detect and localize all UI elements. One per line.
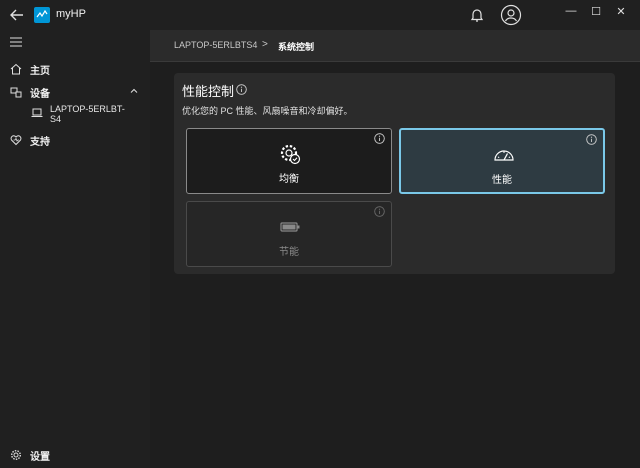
breadcrumb: LAPTOP-5ERLBTS4 > 系统控制 xyxy=(150,30,640,62)
breadcrumb-current: 系统控制 xyxy=(278,42,315,52)
info-icon xyxy=(374,206,385,217)
breadcrumb-device[interactable]: LAPTOP-5ERLBTS4 xyxy=(174,40,257,50)
info-icon[interactable] xyxy=(586,134,597,145)
sidebar: 主页 设备 LAPTOP-5ERLBT-S4 支持 设置 xyxy=(0,30,150,468)
account-icon[interactable] xyxy=(500,4,522,26)
back-arrow-icon[interactable] xyxy=(8,6,26,24)
panel-description: 优化您的 PC 性能、风扇噪音和冷却偏好。 xyxy=(182,106,353,116)
home-icon xyxy=(10,63,22,75)
mode-card-balanced[interactable]: 均衡 xyxy=(186,128,392,194)
info-icon[interactable] xyxy=(236,84,247,95)
hamburger-icon[interactable] xyxy=(10,37,22,47)
app-logo xyxy=(34,7,50,23)
mode-card-power-saver: 节能 xyxy=(186,201,392,267)
breadcrumb-separator: > xyxy=(262,39,268,50)
mode-label: 节能 xyxy=(279,247,299,258)
sidebar-item-label: 支持 xyxy=(30,136,50,148)
chevron-up-icon[interactable] xyxy=(130,87,138,95)
speedometer-icon xyxy=(494,150,514,161)
sidebar-item-settings[interactable]: 设置 xyxy=(0,444,150,466)
app-title: myHP xyxy=(56,8,86,20)
mode-card-performance[interactable]: 性能 xyxy=(399,128,605,194)
sidebar-item-device[interactable]: LAPTOP-5ERLBT-S4 xyxy=(0,104,150,130)
mode-label: 性能 xyxy=(492,175,512,186)
main-content: LAPTOP-5ERLBTS4 > 系统控制 性能控制 优化您的 PC 性能、风… xyxy=(150,30,640,468)
bell-icon[interactable] xyxy=(468,6,486,24)
devices-icon xyxy=(10,87,22,98)
close-button[interactable]: ✕ xyxy=(598,0,640,22)
balanced-gear-icon xyxy=(280,144,301,165)
sidebar-item-home[interactable]: 主页 xyxy=(0,58,150,80)
sidebar-item-devices[interactable]: 设备 xyxy=(0,81,150,103)
sidebar-item-support[interactable]: 支持 xyxy=(0,129,150,151)
device-name: LAPTOP-5ERLBT-S4 xyxy=(50,104,125,124)
sidebar-item-label: 设置 xyxy=(30,451,50,463)
gear-icon xyxy=(10,449,22,461)
battery-icon xyxy=(280,222,300,232)
title-bar: myHP — ☐ ✕ xyxy=(0,0,640,30)
sidebar-item-label: 设备 xyxy=(30,88,50,100)
info-icon[interactable] xyxy=(374,133,385,144)
page-title: 性能控制 xyxy=(182,84,235,99)
laptop-icon xyxy=(31,108,43,117)
mode-label: 均衡 xyxy=(279,174,299,185)
sidebar-item-label: 主页 xyxy=(30,65,50,77)
support-heart-icon xyxy=(10,135,22,146)
performance-control-panel: 性能控制 优化您的 PC 性能、风扇噪音和冷却偏好。 均衡 性能 节能 xyxy=(174,73,615,274)
